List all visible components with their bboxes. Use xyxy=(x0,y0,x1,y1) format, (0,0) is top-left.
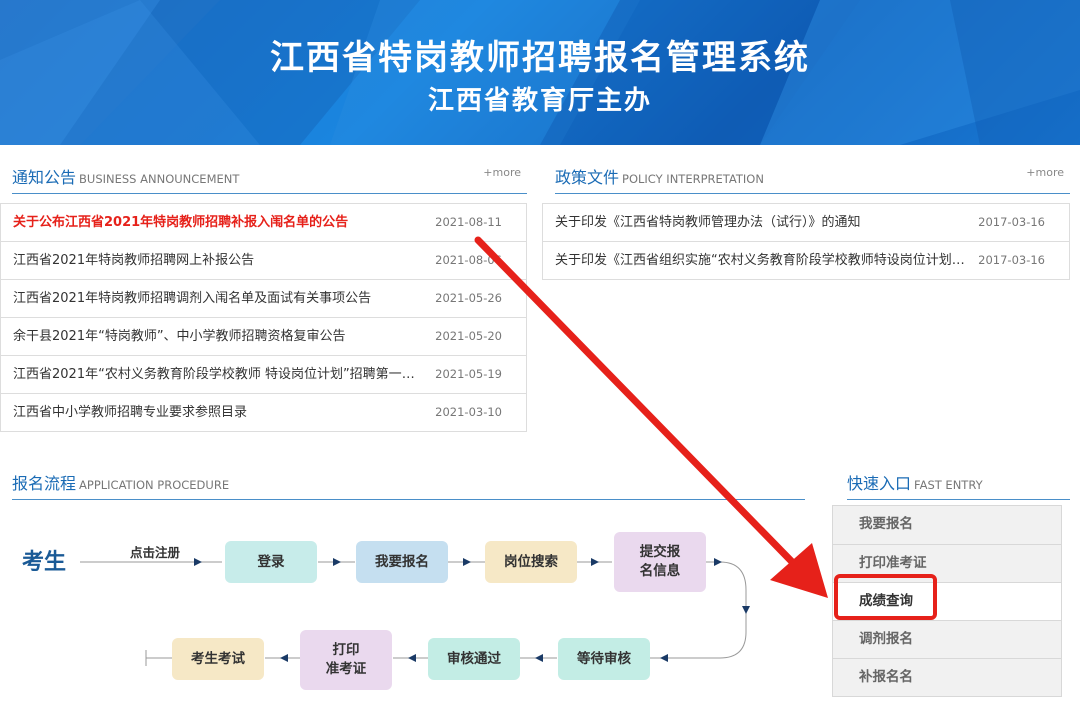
step-print-line2: 准考证 xyxy=(325,661,367,677)
step-print: 打印 准考证 xyxy=(300,630,392,690)
step-submit-line2: 名信息 xyxy=(639,563,681,579)
highlight-box xyxy=(834,574,937,620)
list-item-date: 2021-05-19 xyxy=(435,367,502,381)
procedure-title-en: APPLICATION PROCEDURE xyxy=(79,478,230,492)
list-item[interactable]: 关于公布江西省2021年特岗教师招聘补报入闱名单的公告 2021-08-11 xyxy=(1,203,526,241)
announcement-list: 关于公布江西省2021年特岗教师招聘补报入闱名单的公告 2021-08-11 江西… xyxy=(0,203,527,432)
list-item[interactable]: 江西省2021年特岗教师招聘调剂入闱名单及面试有关事项公告 2021-05-26 xyxy=(1,279,526,317)
register-label[interactable]: 点击注册 xyxy=(130,542,180,561)
policy-title: 政策文件 xyxy=(555,168,620,187)
step-print-line1: 打印 xyxy=(332,642,360,658)
step-exam: 考生考试 xyxy=(172,638,264,680)
list-item-title[interactable]: 关于印发《江西省组织实施“农村义务教育阶段学校教师特设岗位计划”… xyxy=(555,242,970,279)
list-item-date: 2021-08-06 xyxy=(435,253,502,267)
step-submit-line1: 提交报 xyxy=(639,544,681,560)
policy-title-en: POLICY INTERPRETATION xyxy=(622,172,764,186)
fast-entry-apply[interactable]: 我要报名 xyxy=(833,506,1061,544)
fast-entry-title-en: FAST ENTRY xyxy=(914,478,983,492)
announcement-header: 通知公告 BUSINESS ANNOUNCEMENT +more xyxy=(12,164,527,194)
step-login-label: 登录 xyxy=(257,553,285,570)
list-item[interactable]: 关于印发《江西省特岗教师管理办法（试行）》的通知 2017-03-16 xyxy=(543,203,1069,241)
list-item[interactable]: 江西省中小学教师招聘专业要求参照目录 2021-03-10 xyxy=(1,393,526,431)
examinee-label: 考生 xyxy=(22,550,67,575)
step-search-label: 岗位搜索 xyxy=(504,553,558,570)
fast-entry-supplement-apply[interactable]: 补报名名 xyxy=(833,658,1061,696)
list-item-date: 2017-03-16 xyxy=(978,215,1045,229)
step-apply-label: 我要报名 xyxy=(375,553,429,570)
list-item[interactable]: 江西省2021年“农村义务教育阶段学校教师 特设岗位计划”招聘第一批… 2021-… xyxy=(1,355,526,393)
step-print-label: 打印 准考证 xyxy=(326,641,367,679)
fast-entry-header: 快速入口 FAST ENTRY xyxy=(847,470,1070,500)
announcement-title: 通知公告 xyxy=(12,168,77,187)
announcement-more-link[interactable]: +more xyxy=(483,166,521,179)
list-item-date: 2021-05-26 xyxy=(435,291,502,305)
procedure-header: 报名流程 APPLICATION PROCEDURE xyxy=(12,470,805,500)
policy-header: 政策文件 POLICY INTERPRETATION +more xyxy=(555,164,1070,194)
step-submit-label: 提交报 名信息 xyxy=(640,543,681,581)
list-item-title[interactable]: 江西省2021年特岗教师招聘调剂入闱名单及面试有关事项公告 xyxy=(13,280,371,317)
step-pass: 审核通过 xyxy=(428,638,520,680)
list-item[interactable]: 江西省2021年特岗教师招聘网上补报公告 2021-08-06 xyxy=(1,241,526,279)
step-wait: 等待审核 xyxy=(558,638,650,680)
site-subtitle: 江西省教育厅主办 xyxy=(427,86,652,116)
site-title: 江西省特岗教师招聘报名管理系统 xyxy=(270,38,810,78)
list-item-title[interactable]: 关于公布江西省2021年特岗教师招聘补报入闱名单的公告 xyxy=(13,204,348,241)
step-exam-label: 考生考试 xyxy=(191,650,245,667)
list-item-date: 2017-03-16 xyxy=(978,253,1045,267)
procedure-connectors xyxy=(80,558,750,666)
list-item-title[interactable]: 关于印发《江西省特岗教师管理办法（试行）》的通知 xyxy=(555,204,861,241)
list-item-title[interactable]: 江西省2021年特岗教师招聘网上补报公告 xyxy=(13,242,254,279)
list-item[interactable]: 关于印发《江西省组织实施“农村义务教育阶段学校教师特设岗位计划”… 2017-03… xyxy=(543,241,1069,279)
policy-list: 关于印发《江西省特岗教师管理办法（试行）》的通知 2017-03-16 关于印发《… xyxy=(542,203,1070,280)
step-login: 登录 xyxy=(225,541,317,583)
list-item-title[interactable]: 余干县2021年“特岗教师”、中小学教师招聘资格复审公告 xyxy=(13,318,346,355)
list-item[interactable]: 余干县2021年“特岗教师”、中小学教师招聘资格复审公告 2021-05-20 xyxy=(1,317,526,355)
announcement-title-en: BUSINESS ANNOUNCEMENT xyxy=(79,172,240,186)
list-item-date: 2021-05-20 xyxy=(435,329,502,343)
procedure-title: 报名流程 xyxy=(12,474,77,493)
step-search: 岗位搜索 xyxy=(485,541,577,583)
procedure-diagram: 考生 点击注册 登录 我要报名 岗位搜索 提交报名信息 等待审核 审核通过 打印… xyxy=(0,500,805,705)
list-item-date: 2021-03-10 xyxy=(435,405,502,419)
policy-more-link[interactable]: +more xyxy=(1026,166,1064,179)
fast-entry-title: 快速入口 xyxy=(847,474,912,493)
list-item-title[interactable]: 江西省中小学教师招聘专业要求参照目录 xyxy=(13,394,247,431)
step-wait-label: 等待审核 xyxy=(577,650,631,667)
list-item-date: 2021-08-11 xyxy=(435,215,502,229)
header-banner: 江西省特岗教师招聘报名管理系统 江西省教育厅主办 xyxy=(0,0,1080,145)
fast-entry-adjust-apply[interactable]: 调剂报名 xyxy=(833,620,1061,658)
list-item-title[interactable]: 江西省2021年“农村义务教育阶段学校教师 特设岗位计划”招聘第一批… xyxy=(13,356,423,393)
step-apply: 我要报名 xyxy=(356,541,448,583)
step-pass-label: 审核通过 xyxy=(447,650,501,667)
step-submit: 提交报 名信息 xyxy=(614,532,706,592)
